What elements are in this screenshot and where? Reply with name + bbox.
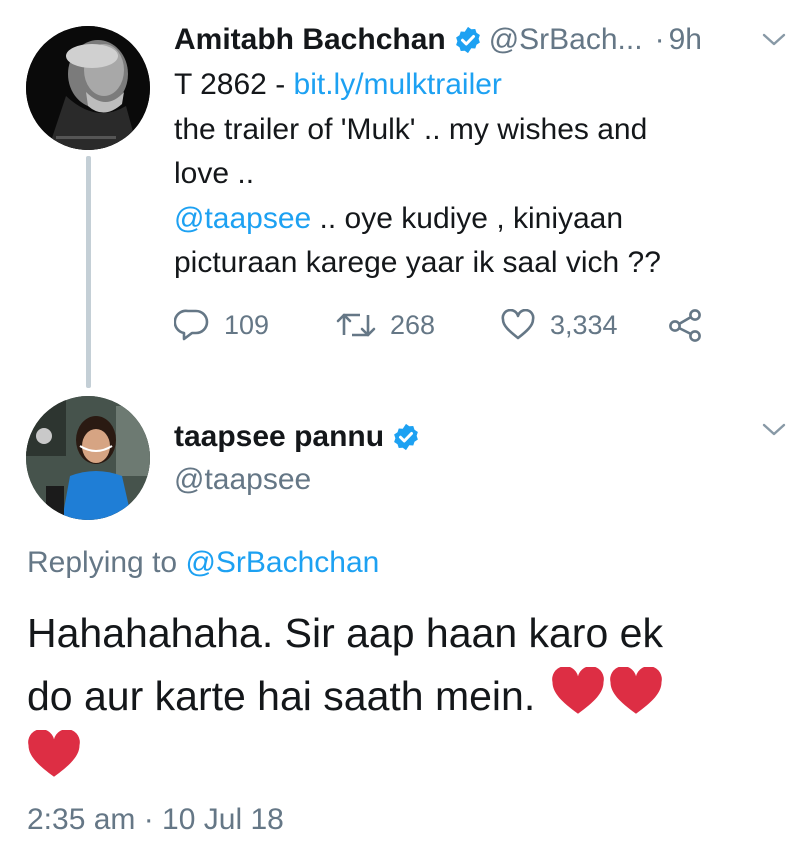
- share-button[interactable]: [668, 305, 718, 345]
- tweet2-timestamp[interactable]: 2:35 am · 10 Jul 18: [27, 803, 284, 837]
- tweet2-author: taapsee pannu: [174, 417, 427, 457]
- reply-icon: [174, 309, 209, 341]
- tweet1-time-separator: ·: [654, 23, 665, 56]
- chevron-down-icon[interactable]: [762, 33, 786, 47]
- tweet2-line2: do aur karte hai saath mein.: [27, 673, 547, 719]
- tweet1-header: Amitabh Bachchan @SrBach... · 9h: [174, 20, 702, 60]
- avatar-amitabh[interactable]: [26, 26, 150, 150]
- share-icon: [669, 309, 701, 342]
- tweet1-line1-prefix: T 2862 -: [174, 68, 294, 101]
- tweet2-text: Hahahahaha. Sir aap haan karo ek do aur …: [27, 602, 797, 791]
- retweet-button[interactable]: 268: [336, 305, 435, 345]
- tweet1-time[interactable]: 9h: [669, 23, 702, 57]
- retweet-count: 268: [390, 309, 436, 340]
- thread-connector-line: [86, 156, 91, 388]
- tweet1-line5: picturaan karege yaar ik saal vich ??: [174, 246, 661, 279]
- tweet1-line3: love ..: [174, 157, 255, 190]
- chevron-down-icon[interactable]: [762, 423, 786, 437]
- avatar-taapsee[interactable]: [26, 396, 150, 520]
- tweet1-line4-rest: .. oye kudiye , kiniyaan: [311, 201, 624, 235]
- tweet2-line1: Hahahahaha. Sir aap haan karo ek: [27, 610, 663, 656]
- replying-to-mention[interactable]: @SrBachchan: [185, 546, 379, 579]
- tweet1-trailer-link[interactable]: bit.ly/mulktrailer: [294, 68, 502, 101]
- heart-emoji-icon: [28, 730, 80, 777]
- reply-count: 109: [224, 309, 270, 340]
- like-button[interactable]: 3,334: [500, 305, 618, 345]
- verified-badge-icon: [455, 26, 480, 54]
- tweet1-text: T 2862 - bit.ly/mulktrailer the trailer …: [174, 63, 774, 286]
- heart-emoji-icon: [551, 667, 604, 714]
- tweet2-author-name[interactable]: taapsee pannu: [174, 420, 384, 454]
- heart-emoji-icon: [609, 667, 662, 714]
- tweet1-line2: the trailer of 'Mulk' .. my wishes and: [174, 112, 648, 146]
- retweet-icon: [336, 313, 376, 337]
- tweet1-author-name[interactable]: Amitabh Bachchan: [174, 23, 446, 57]
- verified-badge-icon: [394, 423, 418, 451]
- replying-prefix: Replying to: [27, 546, 186, 579]
- tweet1-mention-taapsee[interactable]: @taapsee: [174, 202, 311, 235]
- reply-button[interactable]: 109: [174, 305, 269, 345]
- tweet1-author-handle[interactable]: @SrBach...: [489, 23, 643, 57]
- like-count: 3,334: [550, 309, 618, 340]
- tweet2-author-handle[interactable]: @taapsee: [174, 463, 311, 497]
- like-icon: [501, 309, 535, 340]
- replying-to-label: Replying to @SrBachchan: [27, 546, 379, 580]
